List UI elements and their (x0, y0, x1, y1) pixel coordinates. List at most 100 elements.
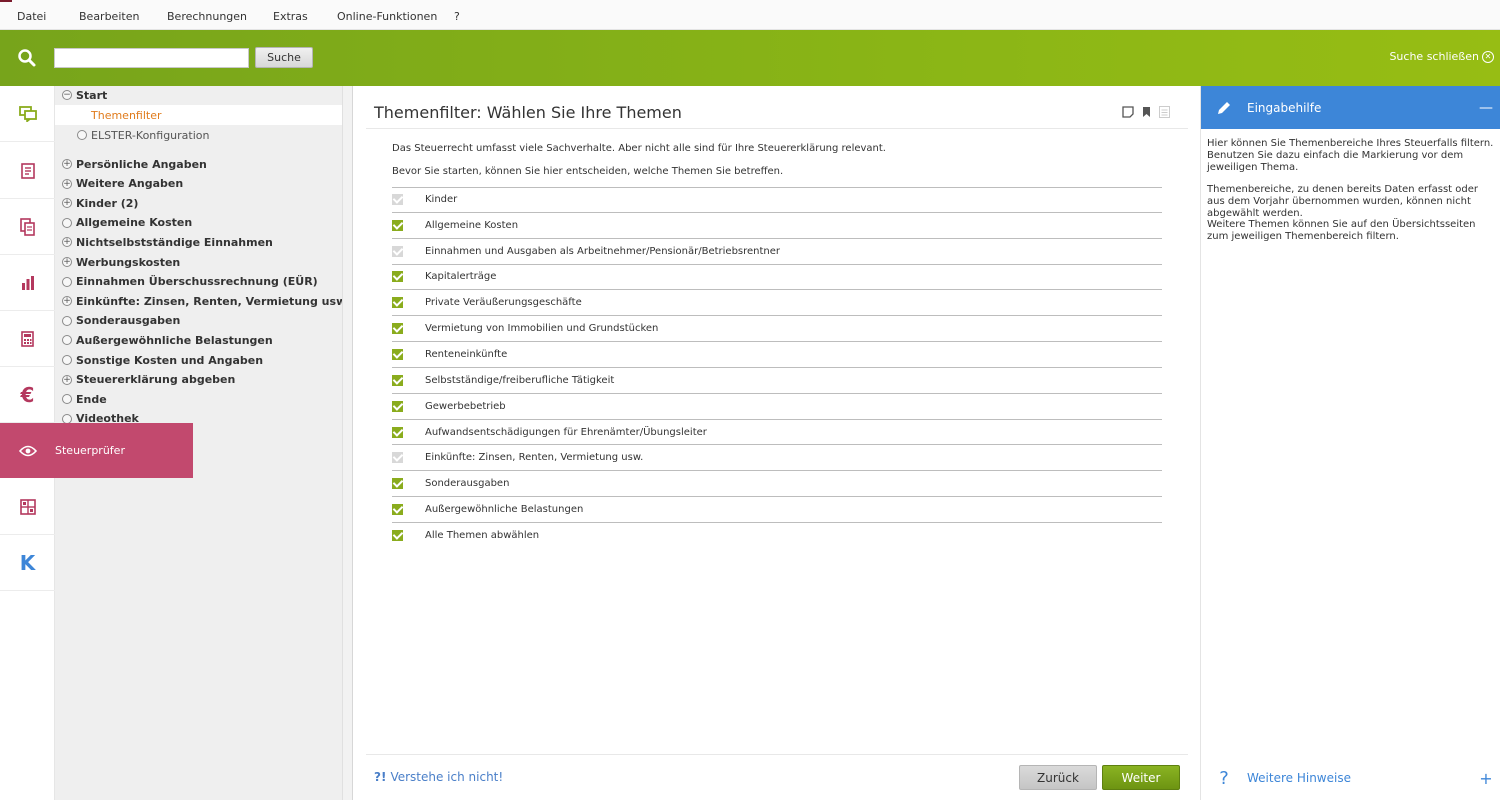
topic-label: Sonderausgaben (425, 478, 510, 490)
topic-checkbox[interactable] (392, 504, 403, 516)
tree-scrollbar[interactable] (342, 86, 352, 800)
tree-item-label: Start (76, 88, 108, 102)
topic-row[interactable]: Gewerbebetrieb (392, 394, 1162, 420)
header-divider (366, 128, 1188, 129)
topic-checkbox (392, 452, 403, 464)
tree-section[interactable]: + Nichtselbstständige Einnahmen (62, 233, 273, 251)
topic-checkbox[interactable] (392, 323, 403, 335)
topic-row[interactable]: Einnahmen und Ausgaben als Arbeitnehmer/… (392, 239, 1162, 265)
tree-item-start[interactable]: − Start (62, 86, 107, 104)
topic-row[interactable]: Außergewöhnliche Belastungen (392, 497, 1162, 524)
tree-item-themenfilter[interactable]: Themenfilter (91, 106, 162, 124)
tree-section-label: Nichtselbstständige Einnahmen (76, 235, 273, 249)
tree-section-label: Einkünfte: Zinsen, Renten, Vermietung us… (76, 294, 350, 308)
close-search-button[interactable]: Suche schließen ✕ (1389, 50, 1494, 63)
topic-checkbox[interactable] (392, 374, 403, 386)
topic-checkbox[interactable] (392, 478, 403, 490)
menu-berechnungen[interactable]: Berechnungen (167, 10, 247, 23)
topic-checkbox[interactable] (392, 400, 403, 412)
tree-item-elster[interactable]: ELSTER-Konfiguration (77, 126, 209, 144)
topic-label: Außergewöhnliche Belastungen (425, 504, 584, 516)
pencil-icon (1201, 100, 1247, 116)
topic-label: Kapitalerträge (425, 271, 497, 283)
search-button[interactable]: Suche (255, 47, 313, 68)
documents-icon (19, 217, 35, 236)
window-accent (0, 0, 12, 2)
topic-row[interactable]: Vermietung von Immobilien und Grundstück… (392, 316, 1162, 343)
main-content: Themenfilter: Wählen Sie Ihre Themen Das… (354, 86, 1200, 800)
side-item-k[interactable]: K (0, 535, 55, 591)
topic-row[interactable]: Alle Themen abwählen (392, 523, 1162, 549)
topic-label: Kinder (425, 194, 458, 206)
tree-section[interactable]: Einnahmen Überschussrechnung (EÜR) (62, 273, 318, 291)
menu-extras[interactable]: Extras (273, 10, 308, 23)
side-item-documents[interactable] (0, 199, 55, 255)
tree-section[interactable]: Ende (62, 390, 107, 408)
question-icon: ? (1219, 767, 1229, 789)
help-link-label: Verstehe ich nicht! (390, 770, 504, 784)
topic-row[interactable]: Kinder (392, 187, 1162, 213)
topic-checkbox[interactable] (392, 426, 403, 438)
topic-checkbox[interactable] (392, 219, 403, 231)
tree-section-label: Außergewöhnliche Belastungen (76, 333, 273, 347)
minimize-icon[interactable]: — (1471, 100, 1500, 116)
tree-section[interactable]: + Persönliche Angaben (62, 155, 207, 173)
note-icon[interactable] (1122, 106, 1134, 118)
topic-row[interactable]: Renteneinkünfte (392, 342, 1162, 368)
tree-section[interactable]: Außergewöhnliche Belastungen (62, 331, 273, 349)
expand-icon[interactable]: + (1471, 769, 1500, 788)
side-item-euro[interactable]: € (0, 367, 55, 423)
menu-online-funktionen[interactable]: Online-Funktionen (337, 10, 437, 23)
topic-row[interactable]: Aufwandsentschädigungen für Ehrenämter/Ü… (392, 420, 1162, 446)
understand-not-link[interactable]: ?! Verstehe ich nicht! (374, 770, 503, 784)
steuerpruefer-button[interactable]: Steuerprüfer (0, 423, 193, 478)
tree-section[interactable]: Sonderausgaben (62, 312, 180, 330)
topic-label: Aufwandsentschädigungen für Ehrenämter/Ü… (425, 426, 707, 438)
topic-label: Vermietung von Immobilien und Grundstück… (425, 323, 659, 335)
more-hints-row[interactable]: ? Weitere Hinweise + (1201, 766, 1500, 790)
menu-datei[interactable]: Datei (17, 10, 46, 23)
menu-help[interactable]: ? (454, 10, 460, 23)
list-icon[interactable] (1159, 106, 1170, 118)
topic-checkbox[interactable] (392, 349, 403, 361)
side-item-dashboard[interactable] (0, 479, 55, 535)
topic-label: Einkünfte: Zinsen, Renten, Vermietung us… (425, 452, 644, 464)
tree-section[interactable]: + Kinder (2) (62, 194, 138, 212)
help-paragraph-3: Weitere Themen können Sie auf den Übersi… (1207, 219, 1476, 242)
topic-row[interactable]: Sonderausgaben (392, 471, 1162, 498)
side-item-chat[interactable] (0, 86, 55, 142)
page-title: Themenfilter: Wählen Sie Ihre Themen (374, 103, 682, 122)
topic-row[interactable]: Kapitalerträge (392, 265, 1162, 291)
expand-icon: + (62, 374, 72, 385)
tree-section-label: Kinder (2) (76, 196, 139, 210)
topic-checkbox[interactable] (392, 530, 403, 542)
tree-section[interactable]: Sonstige Kosten und Angaben (62, 351, 263, 369)
expand-icon: + (62, 237, 72, 248)
topic-row[interactable]: Allgemeine Kosten (392, 213, 1162, 239)
tree-section[interactable]: + Steuererklärung abgeben (62, 371, 235, 389)
side-item-calculator[interactable] (0, 311, 55, 367)
radio-icon (62, 315, 72, 326)
menu-bearbeiten[interactable]: Bearbeiten (79, 10, 139, 23)
back-button[interactable]: Zurück (1019, 765, 1097, 790)
search-input[interactable] (54, 48, 249, 68)
tree-section[interactable]: + Weitere Angaben (62, 175, 183, 193)
help-panel: Eingabehilfe — Hier können Sie Themenber… (1200, 86, 1500, 800)
topic-label: Selbstständige/freiberufliche Tätigkeit (425, 374, 615, 386)
side-item-form[interactable] (0, 143, 55, 199)
search-bar: Suche Suche schließen ✕ (0, 30, 1500, 86)
tree-section-label: Sonderausgaben (76, 314, 181, 328)
tree-section[interactable]: + Einkünfte: Zinsen, Renten, Vermietung u… (62, 292, 350, 310)
tree-section[interactable]: Allgemeine Kosten (62, 214, 192, 232)
topic-row[interactable]: Einkünfte: Zinsen, Renten, Vermietung us… (392, 446, 1162, 472)
tree-item-label: ELSTER-Konfiguration (91, 128, 210, 142)
search-icon[interactable] (17, 48, 37, 68)
tree-section[interactable]: + Werbungskosten (62, 253, 180, 271)
topic-checkbox[interactable] (392, 297, 403, 309)
bookmark-icon[interactable] (1142, 106, 1151, 118)
topic-row[interactable]: Private Veräußerungsgeschäfte (392, 290, 1162, 317)
next-button[interactable]: Weiter (1102, 765, 1180, 790)
topic-checkbox[interactable] (392, 271, 403, 283)
topic-row[interactable]: Selbstständige/freiberufliche Tätigkeit (392, 368, 1162, 394)
side-item-statistics[interactable] (0, 255, 55, 311)
